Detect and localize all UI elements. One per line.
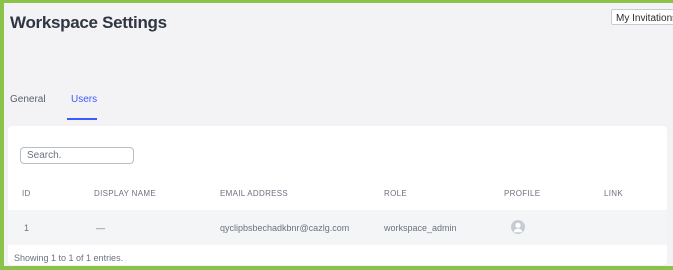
column-header-display-name[interactable]: DISPLAY NAME	[94, 189, 156, 198]
column-header-link[interactable]: LINK	[604, 189, 623, 198]
tab-general[interactable]: General	[10, 94, 46, 105]
column-header-role[interactable]: ROLE	[384, 189, 407, 198]
my-invitations-button[interactable]: My Invitations	[611, 9, 673, 25]
search-input[interactable]	[20, 147, 134, 164]
cell-display-name: —	[96, 223, 105, 233]
users-card: ID DISPLAY NAME EMAIL ADDRESS ROLE PROFI…	[8, 126, 667, 265]
workspace-settings-page: Workspace Settings My Invitations Genera…	[4, 3, 673, 266]
active-tab-indicator	[67, 118, 97, 120]
table-entries-summary: Showing 1 to 1 of 1 entries.	[14, 253, 124, 263]
tab-users[interactable]: Users	[71, 94, 97, 105]
user-avatar-icon[interactable]	[511, 220, 525, 234]
cell-role: workspace_admin	[384, 223, 457, 233]
page-title: Workspace Settings	[10, 13, 167, 32]
cell-id: 1	[24, 223, 30, 233]
column-header-profile[interactable]: PROFILE	[504, 189, 540, 198]
column-header-email-address[interactable]: EMAIL ADDRESS	[220, 189, 288, 198]
column-header-id[interactable]: ID	[22, 189, 31, 198]
cell-email: qyclipbsbechadkbnr@cazlg.com	[220, 223, 350, 233]
